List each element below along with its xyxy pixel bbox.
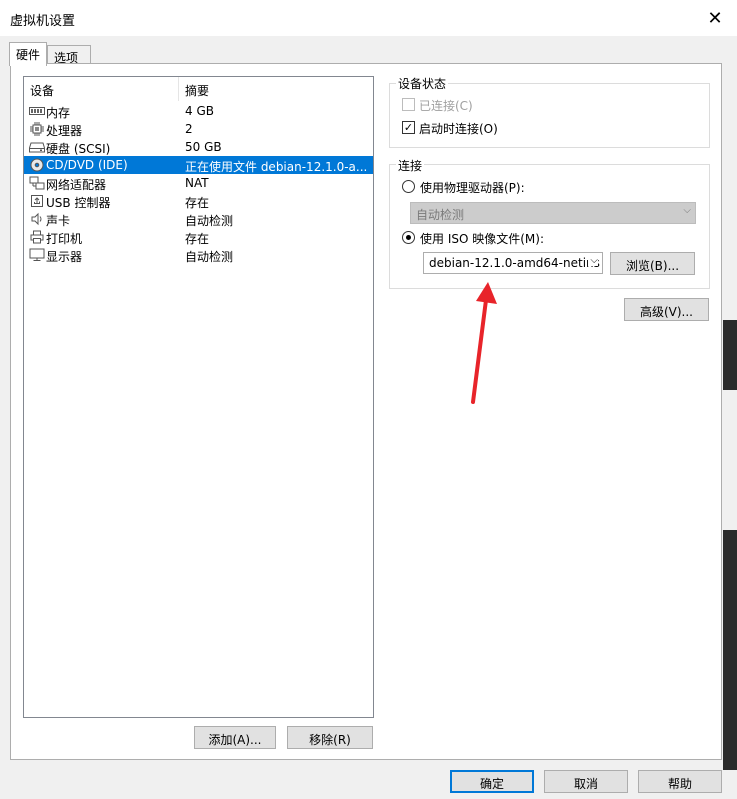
cd-dvd-icon — [29, 158, 45, 172]
processor-icon — [29, 122, 45, 136]
annotation-arrow-icon — [471, 282, 497, 404]
device-summary: 4 GB — [185, 104, 214, 118]
device-status-group — [389, 83, 710, 148]
device-name: CD/DVD (IDE) — [46, 158, 128, 172]
sound-card-icon — [29, 212, 45, 226]
connection-title: 连接 — [396, 157, 425, 174]
list-header: 设备 摘要 — [24, 77, 373, 101]
tab-options[interactable]: 选项 — [47, 45, 91, 65]
device-row-printer[interactable]: 打印机 存在 — [24, 228, 373, 246]
physical-drive-radio[interactable] — [402, 180, 415, 193]
device-row-cd-dvd[interactable]: CD/DVD (IDE) 正在使用文件 debian-12.1.0-a... — [24, 156, 373, 174]
device-row-memory[interactable]: 内存 4 GB — [24, 102, 373, 120]
device-name: 网络适配器 — [46, 178, 107, 192]
help-button[interactable]: 帮助 — [638, 770, 722, 793]
device-name: USB 控制器 — [46, 196, 111, 210]
device-summary: 50 GB — [185, 140, 222, 154]
iso-image-radio[interactable] — [402, 231, 415, 244]
physical-drive-value: 自动检测 — [416, 208, 465, 222]
device-name: 处理器 — [46, 124, 83, 138]
display-icon — [29, 248, 45, 262]
physical-drive-label: 使用物理驱动器(P): — [420, 181, 525, 195]
ok-button[interactable]: 确定 — [450, 770, 534, 793]
background-edge — [723, 320, 737, 390]
device-summary: 正在使用文件 debian-12.1.0-a... — [185, 160, 368, 174]
physical-drive-select[interactable]: 自动检测 ⌵ — [410, 202, 696, 224]
title-bar: 虚拟机设置 ✕ — [0, 0, 737, 36]
device-status-title: 设备状态 — [396, 75, 449, 92]
device-name: 硬盘 (SCSI) — [46, 142, 111, 156]
browse-button[interactable]: 浏览(B)... — [610, 252, 695, 275]
iso-image-label: 使用 ISO 映像文件(M): — [420, 232, 544, 246]
device-row-usb-controller[interactable]: USB 控制器 存在 — [24, 192, 373, 210]
device-row-display[interactable]: 显示器 自动检测 — [24, 246, 373, 264]
device-row-network-adapter[interactable]: 网络适配器 NAT — [24, 174, 373, 192]
device-summary: 自动检测 — [185, 250, 234, 264]
device-summary: 2 — [185, 122, 193, 136]
connect-on-power-label: 启动时连接(O) — [419, 122, 498, 136]
network-adapter-icon — [29, 176, 45, 190]
device-name: 显示器 — [46, 250, 83, 264]
device-name: 打印机 — [46, 232, 83, 246]
device-summary: NAT — [185, 176, 209, 190]
iso-file-value: debian-12.1.0-amd64-netins — [429, 256, 600, 270]
device-name: 声卡 — [46, 214, 71, 228]
connected-checkbox[interactable] — [402, 98, 415, 111]
chevron-down-icon: ⌵ — [683, 205, 691, 216]
device-row-processor[interactable]: 处理器 2 — [24, 120, 373, 138]
close-icon[interactable]: ✕ — [693, 0, 737, 36]
device-row-sound-card[interactable]: 声卡 自动检测 — [24, 210, 373, 228]
device-row-hard-disk[interactable]: 硬盘 (SCSI) 50 GB — [24, 138, 373, 156]
device-summary: 存在 — [185, 196, 210, 210]
advanced-button[interactable]: 高级(V)... — [624, 298, 709, 321]
iso-file-input[interactable]: debian-12.1.0-amd64-netins ⌵ — [423, 252, 603, 274]
hard-disk-icon — [29, 140, 45, 154]
column-header-summary[interactable]: 摘要 — [179, 77, 373, 101]
usb-icon — [29, 194, 45, 208]
remove-device-button[interactable]: 移除(R) — [287, 726, 373, 749]
background-edge — [723, 530, 737, 770]
add-device-button[interactable]: 添加(A)... — [194, 726, 276, 749]
device-summary: 存在 — [185, 232, 210, 246]
connect-on-power-checkbox[interactable]: ✓ — [402, 121, 415, 134]
connected-label: 已连接(C) — [419, 99, 473, 113]
memory-icon — [29, 104, 45, 118]
tab-hardware[interactable]: 硬件 — [9, 42, 47, 66]
device-list[interactable]: 设备 摘要 内存 4 GB 处理器 2 硬盘 (SCSI) 50 GB CD/D… — [23, 76, 374, 718]
device-name: 内存 — [46, 106, 71, 120]
device-summary: 自动检测 — [185, 214, 234, 228]
window-title: 虚拟机设置 — [10, 14, 76, 29]
printer-icon — [29, 230, 45, 244]
cancel-button[interactable]: 取消 — [544, 770, 628, 793]
column-header-device[interactable]: 设备 — [24, 77, 179, 101]
chevron-down-icon[interactable]: ⌵ — [588, 255, 598, 266]
